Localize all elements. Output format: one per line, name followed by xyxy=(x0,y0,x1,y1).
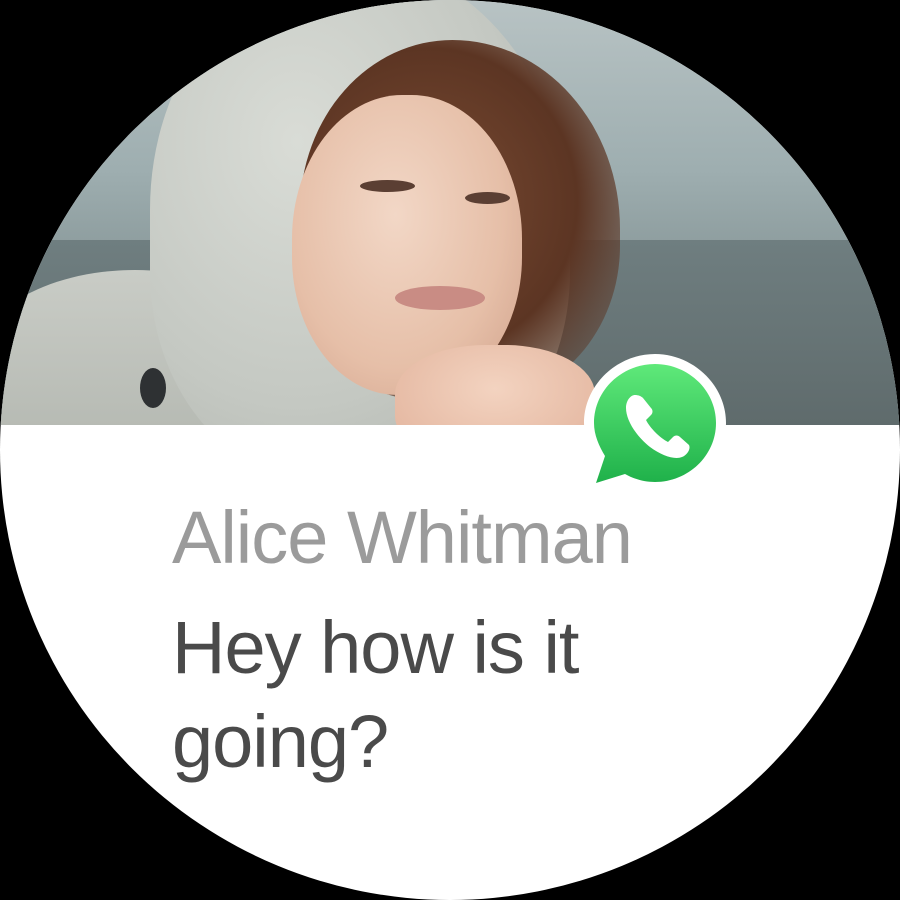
whatsapp-icon[interactable] xyxy=(580,350,730,500)
photo-eye-right xyxy=(465,192,510,204)
photo-lips xyxy=(395,286,485,310)
contact-photo xyxy=(0,0,900,425)
notification-text-area[interactable]: Alice Whitman Hey how is it going? xyxy=(172,495,812,789)
photo-hand xyxy=(395,345,595,425)
contact-name: Alice Whitman xyxy=(172,496,633,579)
message-text: Hey how is it going? xyxy=(172,606,579,783)
photo-jacket-button xyxy=(140,368,166,408)
photo-eye-left xyxy=(360,180,415,192)
watch-face[interactable]: Alice Whitman Hey how is it going? xyxy=(0,0,900,900)
